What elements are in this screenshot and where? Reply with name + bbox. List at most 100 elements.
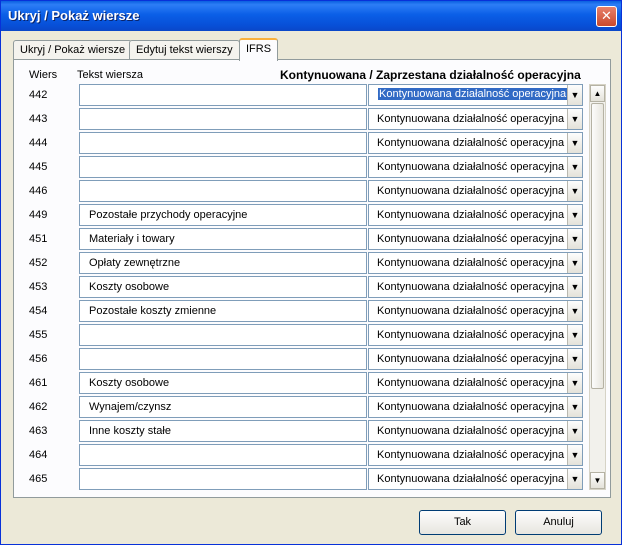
chevron-down-icon[interactable]: ▼ [567,85,582,105]
status-dropdown[interactable]: Kontynuowana działalność operacyjna ▼ [368,348,583,370]
row-text-input[interactable]: Materiały i towary [79,228,367,250]
status-dropdown-value: Kontynuowana działalność operacyjna [377,401,565,413]
chevron-down-icon[interactable]: ▼ [567,253,582,273]
status-dropdown-value: Kontynuowana działalność operacyjna [377,257,565,269]
column-header-text: Tekst wiersza [77,69,144,81]
title-bar[interactable]: Ukryj / Pokaż wiersze ✕ [1,1,621,31]
row-text-input[interactable] [79,84,367,106]
row-text-input[interactable]: Pozostałe przychody operacyjne [79,204,367,226]
tab-edit-row-text[interactable]: Edytuj tekst wierszy [129,40,240,60]
scrollbar-thumb[interactable] [591,103,604,389]
status-dropdown[interactable]: Kontynuowana działalność operacyjna ▼ [368,252,583,274]
row-text-input[interactable]: Pozostałe koszty zmienne [79,300,367,322]
window-title: Ukryj / Pokaż wiersze [8,8,140,23]
tab-label: Edytuj tekst wierszy [136,44,233,56]
status-dropdown[interactable]: Kontynuowana działalność operacyjna ▼ [368,108,583,130]
vertical-scrollbar[interactable]: ▲ ▼ [589,84,606,490]
row-number: 464 [29,449,48,461]
row-number: 444 [29,137,48,149]
status-dropdown[interactable]: Kontynuowana działalność operacyjna ▼ [368,324,583,346]
row-number: 465 [29,473,48,485]
tab-hide-show-rows[interactable]: Ukryj / Pokaż wiersze [13,40,133,60]
row-number: 452 [29,257,48,269]
chevron-down-icon[interactable]: ▼ [567,229,582,249]
status-dropdown-value: Kontynuowana działalność operacyjna [377,137,565,149]
chevron-down-icon[interactable]: ▼ [567,277,582,297]
row-text-input[interactable] [79,348,367,370]
chevron-down-icon[interactable]: ▼ [567,469,582,489]
tab-panel-ifrs: Wiers Tekst wiersza Kontynuowana / Zaprz… [13,59,611,498]
chevron-down-icon[interactable]: ▼ [567,301,582,321]
row-text-input[interactable]: Wynajem/czynsz [79,396,367,418]
chevron-down-icon[interactable]: ▼ [567,133,582,153]
chevron-down-icon[interactable]: ▼ [567,421,582,441]
status-dropdown[interactable]: Kontynuowana działalność operacyjna ▼ [368,468,583,490]
row-number: 455 [29,329,48,341]
status-dropdown-value: Kontynuowana działalność operacyjna [377,377,565,389]
scroll-up-button[interactable]: ▲ [590,85,605,102]
scroll-down-button[interactable]: ▼ [590,472,605,489]
chevron-down-icon[interactable]: ▼ [567,373,582,393]
tab-ifrs[interactable]: IFRS [239,38,279,61]
row-text-input[interactable]: Inne koszty stałe [79,420,367,442]
status-dropdown[interactable]: Kontynuowana działalność operacyjna ▼ [368,156,583,178]
row-text-input[interactable]: Koszty osobowe [79,372,367,394]
close-icon: ✕ [601,8,612,23]
row-text-input[interactable]: Koszty osobowe [79,276,367,298]
row-number: 463 [29,425,48,437]
row-text-input[interactable]: Opłaty zewnętrzne [79,252,367,274]
row-number: 456 [29,353,48,365]
row-text-input[interactable] [79,156,367,178]
ok-button[interactable]: Tak [419,510,506,535]
row-text-input[interactable] [79,108,367,130]
chevron-down-icon[interactable]: ▼ [567,205,582,225]
status-dropdown-value: Kontynuowana działalność operacyjna [377,281,565,293]
chevron-down-icon[interactable]: ▼ [567,181,582,201]
chevron-down-icon[interactable]: ▼ [567,445,582,465]
status-dropdown[interactable]: Kontynuowana działalność operacyjna ▼ [368,444,583,466]
row-number: 462 [29,401,48,413]
status-dropdown[interactable]: Kontynuowana działalność operacyjna ▼ [368,84,583,106]
tab-label: Ukryj / Pokaż wiersze [20,44,126,56]
row-number: 446 [29,185,48,197]
row-text-input[interactable] [79,324,367,346]
ok-button-label: Tak [453,516,472,528]
status-dropdown[interactable]: Kontynuowana działalność operacyjna ▼ [368,372,583,394]
row-number: 454 [29,305,48,317]
status-dropdown-value: Kontynuowana działalność operacyjna [377,161,565,173]
chevron-down-icon[interactable]: ▼ [567,157,582,177]
row-number: 451 [29,233,48,245]
chevron-down-icon[interactable]: ▼ [567,349,582,369]
status-dropdown-value: Kontynuowana działalność operacyjna [378,88,568,100]
chevron-down-icon[interactable]: ▼ [567,109,582,129]
row-number: 443 [29,113,48,125]
cancel-button[interactable]: Anuluj [515,510,602,535]
row-text-input[interactable] [79,180,367,202]
close-button[interactable]: ✕ [596,6,617,27]
status-dropdown[interactable]: Kontynuowana działalność operacyjna ▼ [368,180,583,202]
status-dropdown-value: Kontynuowana działalność operacyjna [377,449,565,461]
status-dropdown-value: Kontynuowana działalność operacyjna [377,305,565,317]
status-dropdown-value: Kontynuowana działalność operacyjna [377,185,565,197]
status-dropdown[interactable]: Kontynuowana działalność operacyjna ▼ [368,228,583,250]
column-header-status: Kontynuowana / Zaprzestana działalność o… [280,68,581,82]
chevron-down-icon[interactable]: ▼ [567,325,582,345]
status-dropdown-value: Kontynuowana działalność operacyjna [377,353,565,365]
scroll-up-icon: ▲ [593,89,602,98]
status-dropdown[interactable]: Kontynuowana działalność operacyjna ▼ [368,396,583,418]
status-dropdown[interactable]: Kontynuowana działalność operacyjna ▼ [368,204,583,226]
status-dropdown[interactable]: Kontynuowana działalność operacyjna ▼ [368,420,583,442]
row-text-input[interactable] [79,132,367,154]
scroll-down-icon: ▼ [593,476,602,485]
row-number: 445 [29,161,48,173]
status-dropdown-value: Kontynuowana działalność operacyjna [377,113,565,125]
dialog-window: Ukryj / Pokaż wiersze ✕ Ukryj / Pokaż wi… [0,0,622,545]
row-text-input[interactable] [79,444,367,466]
row-text-input[interactable] [79,468,367,490]
chevron-down-icon[interactable]: ▼ [567,397,582,417]
column-header-row: Wiers [29,69,58,81]
status-dropdown[interactable]: Kontynuowana działalność operacyjna ▼ [368,276,583,298]
status-dropdown[interactable]: Kontynuowana działalność operacyjna ▼ [368,300,583,322]
tab-label: IFRS [246,43,272,55]
status-dropdown[interactable]: Kontynuowana działalność operacyjna ▼ [368,132,583,154]
